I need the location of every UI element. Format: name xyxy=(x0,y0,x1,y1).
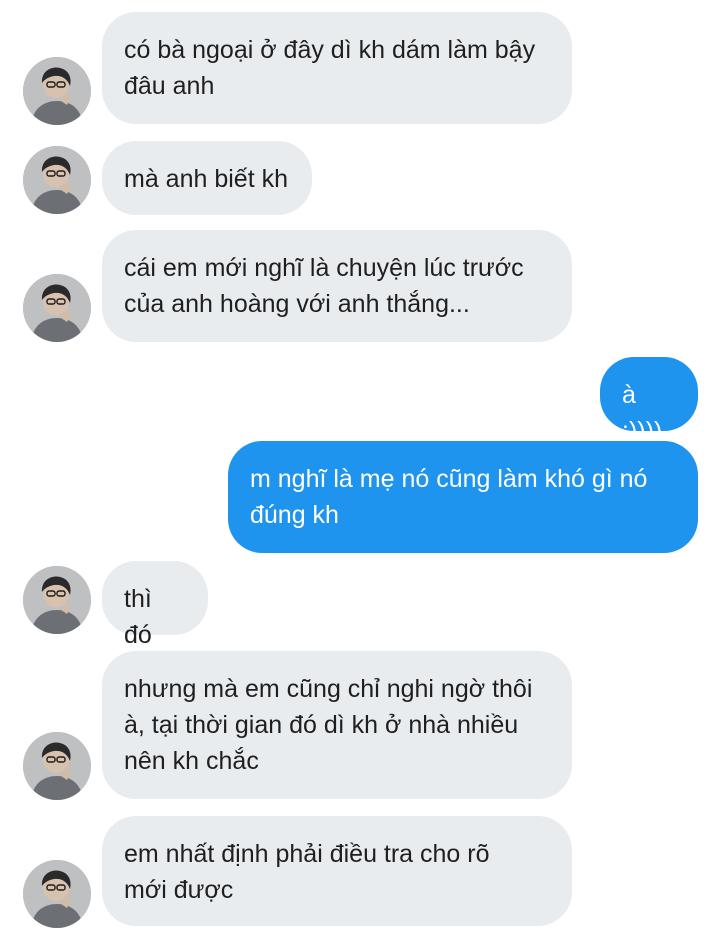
incoming-message-bubble[interactable]: mà anh biết kh xyxy=(102,141,312,215)
incoming-message-bubble[interactable]: thì đó xyxy=(102,561,208,649)
incoming-message-bubble[interactable]: em nhất định phải điều tra cho rõ mới đư… xyxy=(102,816,572,926)
avatar-photo-icon xyxy=(23,146,91,214)
contact-avatar[interactable] xyxy=(23,566,91,634)
contact-avatar[interactable] xyxy=(23,274,91,342)
contact-avatar[interactable] xyxy=(23,146,91,214)
incoming-message-bubble[interactable]: cái em mới nghĩ là chuyện lúc trước của … xyxy=(102,230,572,342)
incoming-message-bubble[interactable]: nhưng mà em cũng chỉ nghi ngờ thôi à, tạ… xyxy=(102,651,572,799)
avatar-photo-icon xyxy=(23,274,91,342)
avatar-photo-icon xyxy=(23,566,91,634)
outgoing-message-bubble[interactable]: à :)))) xyxy=(600,357,698,445)
contact-avatar[interactable] xyxy=(23,860,91,928)
contact-avatar[interactable] xyxy=(23,732,91,800)
avatar-photo-icon xyxy=(23,732,91,800)
contact-avatar[interactable] xyxy=(23,57,91,125)
incoming-message-bubble[interactable]: có bà ngoại ở đây dì kh dám làm bậy đâu … xyxy=(102,12,572,124)
avatar-photo-icon xyxy=(23,860,91,928)
outgoing-message-bubble[interactable]: m nghĩ là mẹ nó cũng làm khó gì nó đúng … xyxy=(228,441,698,553)
avatar-photo-icon xyxy=(23,57,91,125)
chat-thread[interactable]: có bà ngoại ở đây dì kh dám làm bậy đâu … xyxy=(0,0,720,934)
